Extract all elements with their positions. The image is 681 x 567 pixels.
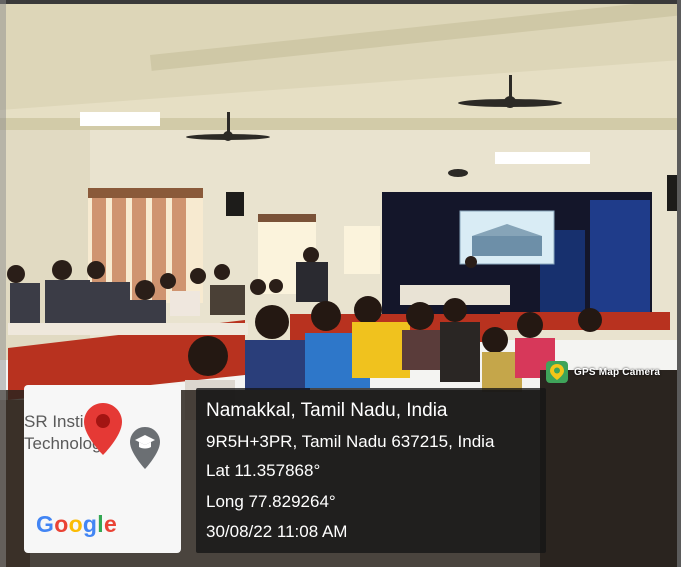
gps-map-camera-badge: GPS Map Camera bbox=[546, 360, 660, 384]
map-pin-icon bbox=[84, 403, 122, 460]
timestamp: 30/08/22 11:08 AM bbox=[206, 522, 348, 541]
longitude: Long 77.829264° bbox=[206, 492, 336, 511]
window bbox=[344, 226, 380, 274]
tube-light bbox=[495, 152, 590, 164]
tube-light bbox=[80, 112, 160, 126]
latitude: Lat 11.357868° bbox=[206, 461, 321, 480]
graduation-cap-icon bbox=[130, 427, 160, 474]
plus-code-address: 9R5H+3PR, Tamil Nadu 637215, India bbox=[206, 432, 495, 451]
map-pin-icon bbox=[546, 361, 568, 383]
google-logo: Google bbox=[36, 511, 118, 537]
map-thumbnail[interactable]: SR Insti Technology Google bbox=[24, 385, 181, 553]
location-name: Namakkal, Tamil Nadu, India bbox=[206, 400, 448, 421]
gps-badge-label: GPS Map Camera bbox=[574, 366, 661, 378]
ceiling-fan-icon bbox=[448, 169, 468, 177]
speaker bbox=[226, 192, 244, 216]
location-info-panel: Namakkal, Tamil Nadu, India 9R5H+3PR, Ta… bbox=[196, 388, 546, 553]
